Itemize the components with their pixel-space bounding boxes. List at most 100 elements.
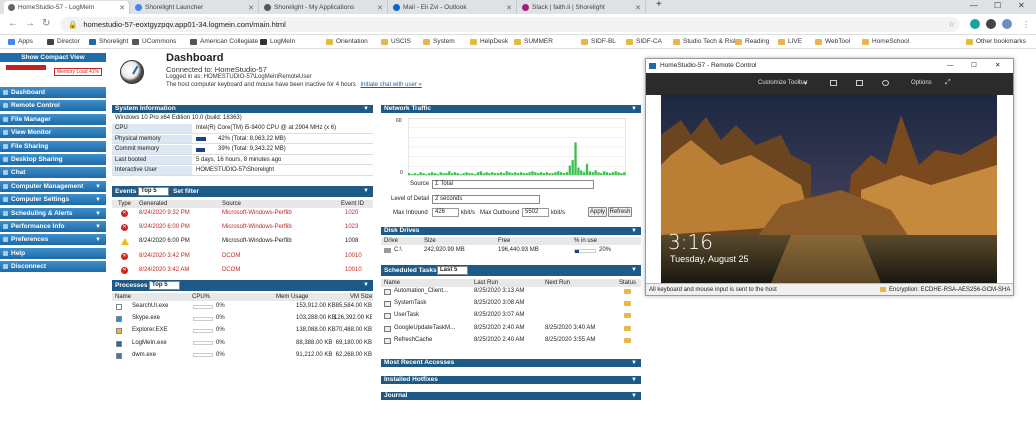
tab-shorelight-launcher[interactable]: Shorelight Launcher ✕ — [131, 1, 259, 14]
collapse-icon[interactable]: ▼ — [363, 280, 369, 291]
bookmark-17[interactable]: HomeSchool — [862, 38, 909, 45]
task-row[interactable]: UserTask 8/25/2020 3:07 AM — [381, 311, 641, 321]
bookmark-0[interactable]: Apps — [8, 38, 33, 45]
disk-row[interactable]: C:\ 242,920.99 MB 196,440.93 MB 20% — [381, 246, 641, 256]
close-tab-icon[interactable]: ✕ — [635, 4, 641, 12]
journal-header[interactable]: Journal ▼ — [381, 392, 641, 400]
network-traffic-header[interactable]: Network Traffic ▼ — [381, 105, 641, 113]
event-row[interactable]: 8/24/2020 6:00 PM Microsoft-Windows-Perfl… — [112, 237, 373, 247]
toolbar-dropdown-icon[interactable]: ▾ — [804, 80, 807, 87]
collapse-icon[interactable]: ▼ — [363, 105, 369, 113]
extension-icon[interactable] — [970, 19, 980, 29]
sidebar-item-disconnect[interactable]: Disconnect — [0, 261, 106, 274]
sidebar-item-file-manager[interactable]: File Manager — [0, 113, 106, 126]
sidebar-item-scheduling-alerts[interactable]: Scheduling & Alerts ▼ — [0, 207, 106, 220]
bookmark-3[interactable]: UCommons — [132, 38, 176, 45]
minimize-icon[interactable]: — — [970, 1, 978, 10]
fullscreen-icon[interactable]: ⤢ — [945, 79, 951, 87]
task-row[interactable]: RefreshCache 8/25/2020 2:40 AM 8/25/2020 3… — [381, 336, 641, 346]
new-tab-button[interactable]: + — [656, 0, 662, 10]
customize-toolbar-button[interactable]: Customize Toolbar — [758, 80, 808, 86]
bookmark-16[interactable]: WebTool — [815, 38, 850, 45]
expand-icon[interactable]: ▼ — [631, 359, 637, 367]
event-row[interactable]: ✕ 8/24/2020 6:00 PM Microsoft-Windows-Perf… — [112, 223, 373, 233]
process-row[interactable]: LogMeIn.exe 0% 88,388.00 KB 69,180.00 KB — [112, 339, 373, 349]
collapse-icon[interactable]: ▼ — [363, 186, 369, 197]
sidebar-item-computer-management[interactable]: Computer Management ▼ — [0, 180, 106, 193]
close-tab-icon[interactable]: ✕ — [248, 4, 254, 12]
puzzle-icon[interactable] — [986, 19, 996, 29]
star-icon[interactable]: ☆ — [948, 20, 955, 29]
sidebar-item-dashboard[interactable]: Dashboard — [0, 87, 106, 99]
task-row[interactable]: SystemTask 8/25/2020 3:08 AM — [381, 299, 641, 309]
maximize-icon[interactable]: ☐ — [994, 1, 1001, 10]
bookmark-4[interactable]: American Collegiate — [190, 38, 258, 45]
event-row[interactable]: ✕ 8/24/2020 3:42 PM DCOM 10010 — [112, 252, 373, 262]
events-top-select[interactable]: Top 5 — [138, 187, 169, 196]
url-bar[interactable]: 🔒 homestudio-57-eoxtgyzpqv.app01-34.logm… — [60, 17, 960, 32]
close-tab-icon[interactable]: ✕ — [119, 4, 125, 12]
remote-control-titlebar[interactable]: HomeStudio-57 - Remote Control — ☐ ✕ — [646, 59, 1013, 73]
close-window-icon[interactable]: ✕ — [1018, 1, 1025, 10]
installed-hotfixes-header[interactable]: Installed Hotfixes ▼ — [381, 376, 641, 384]
process-row[interactable]: SearchUI.exe 0% 153,912.00 KB 85,584.00 KB — [112, 302, 373, 312]
task-row[interactable]: GoogleUpdateTaskM... 8/25/2020 2:40 AM 8/2… — [381, 324, 641, 334]
bookmark-10[interactable]: SUMMER — [514, 38, 553, 45]
bookmark-9[interactable]: HelpDesk — [470, 38, 508, 45]
close-tab-icon[interactable]: ✕ — [506, 4, 512, 12]
bookmark-5[interactable]: LogMeIn — [260, 38, 295, 45]
sidebar-item-performance-info[interactable]: Performance Info ▼ — [0, 221, 106, 233]
tab-shorelight-applications[interactable]: Shorelight - My Applications ✕ — [260, 1, 388, 14]
sidebar-item-help[interactable]: Help — [0, 247, 106, 260]
bookmark-15[interactable]: LIVE — [778, 38, 802, 45]
sidebar-item-preferences[interactable]: Preferences ▼ — [0, 234, 106, 247]
remote-minimize-icon[interactable]: — — [947, 59, 954, 73]
sidebar-item-computer-settings[interactable]: Computer Settings ▼ — [0, 194, 106, 207]
initiate-chat-link[interactable]: Initiate chat with user » — [360, 82, 421, 88]
sidebar-item-remote-control[interactable]: Remote Control — [0, 100, 106, 113]
remote-screen[interactable]: 3:16 Tuesday, August 25 — [661, 95, 997, 283]
max-inbound-input[interactable]: 426 — [432, 208, 459, 217]
disk-drives-header[interactable]: Disk Drives ▼ — [381, 227, 641, 235]
tab-outlook-mail[interactable]: Mail - Eli Zvi - Outlook ✕ — [389, 1, 517, 14]
bookmark-12[interactable]: SIDF-CA — [626, 38, 662, 45]
bookmark-8[interactable]: System — [423, 38, 455, 45]
remote-close-icon[interactable]: ✕ — [995, 59, 1000, 73]
options-menu[interactable]: Options — [911, 80, 932, 86]
system-information-header[interactable]: System Information ▼ — [112, 105, 373, 113]
expand-icon[interactable]: ▼ — [631, 392, 637, 400]
sidebar-item-file-sharing[interactable]: File Sharing — [0, 140, 106, 153]
sidebar-item-view-monitor[interactable]: View Monitor — [0, 127, 106, 140]
back-icon[interactable]: ← — [8, 18, 18, 29]
bookmark-6[interactable]: Orientation — [326, 38, 368, 45]
bookmark-1[interactable]: Director — [47, 38, 80, 45]
tab-slack[interactable]: Slack | faith.li | Shorelight ✕ — [518, 1, 646, 14]
profile-avatar[interactable] — [1002, 19, 1012, 29]
process-row[interactable]: Skype.exe 0% 103,288.00 KB 126,392.00 KB — [112, 314, 373, 324]
tasks-last-select[interactable]: Last 5 — [437, 266, 468, 275]
collapse-icon[interactable]: ▼ — [631, 105, 637, 113]
process-row[interactable]: Explorer.EXE 0% 138,088.00 KB 70,488.00 KB — [112, 326, 373, 336]
network-icon[interactable] — [882, 80, 889, 86]
tab-logmein[interactable]: HomeStudio-57 - LogMeIn ✕ — [4, 1, 130, 14]
bookmark-13[interactable]: Studio Tech & Risks — [673, 38, 741, 45]
collapse-icon[interactable]: ▼ — [631, 265, 637, 276]
process-row[interactable]: dwm.exe 0% 91,212.00 KB 62,268.00 KB — [112, 351, 373, 361]
refresh-button[interactable]: Refresh — [608, 207, 632, 217]
remote-maximize-icon[interactable]: ☐ — [971, 59, 977, 73]
forward-icon[interactable]: → — [25, 18, 35, 29]
reload-icon[interactable]: ↻ — [42, 18, 50, 29]
sidebar-item-desktop-sharing[interactable]: Desktop Sharing — [0, 154, 106, 166]
level-of-detail-select[interactable]: 2 seconds — [432, 195, 540, 204]
most-recent-accesses-header[interactable]: Most Recent Accesses ▼ — [381, 359, 641, 367]
event-row[interactable]: ✕ 8/24/2020 9:32 PM Microsoft-Windows-Perf… — [112, 209, 373, 219]
sidebar-item-chat[interactable]: Chat — [0, 167, 106, 180]
event-row[interactable]: ✕ 8/24/2020 3:42 AM DCOM 10010 — [112, 266, 373, 276]
menu-dots-icon[interactable]: ⋮ — [1022, 20, 1030, 29]
bookmark-14[interactable]: Reading — [735, 38, 769, 45]
bookmark-other[interactable]: Other bookmarks — [966, 38, 1026, 45]
expand-icon[interactable]: ▼ — [631, 376, 637, 384]
show-compact-view-button[interactable]: Show Compact View — [0, 53, 106, 62]
bookmark-2[interactable]: Shorelight — [89, 38, 128, 45]
monitor-icon[interactable] — [830, 80, 837, 86]
